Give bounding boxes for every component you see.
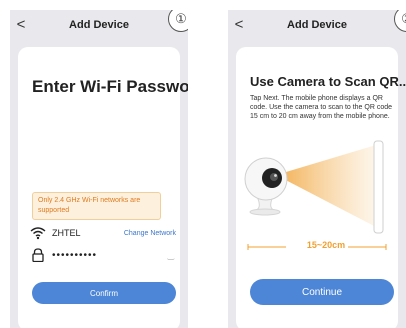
nav-title: Add Device bbox=[287, 19, 347, 31]
wifi-network-row: ZHTEL Change Network bbox=[30, 225, 180, 241]
scan-qr-screen: < Add Device ② Use Camera to Scan QR... … bbox=[228, 10, 406, 328]
frequency-warning: Only 2.4 GHz Wi-Fi networks are supporte… bbox=[32, 192, 161, 220]
change-network-link[interactable]: Change Network bbox=[124, 230, 176, 237]
password-field[interactable]: •••••••••• ‿ bbox=[30, 247, 180, 263]
content-card: Use Camera to Scan QR... Tap Next. The m… bbox=[236, 47, 406, 328]
wifi-password-screen: < Add Device ① Enter Wi-Fi Password Only… bbox=[10, 10, 188, 328]
content-card: Enter Wi-Fi Password Only 2.4 GHz Wi-Fi … bbox=[18, 47, 188, 328]
back-button[interactable]: < bbox=[232, 16, 246, 34]
back-button[interactable]: < bbox=[14, 16, 28, 34]
wifi-icon bbox=[30, 227, 46, 240]
password-value[interactable]: •••••••••• bbox=[52, 250, 97, 261]
nav-bar: < Add Device bbox=[10, 10, 188, 40]
instruction-text: Tap Next. The mobile phone displays a QR… bbox=[250, 95, 393, 120]
page-title: Use Camera to Scan QR... bbox=[250, 74, 406, 89]
nav-bar: < Add Device bbox=[228, 10, 406, 40]
mobile-phone-icon bbox=[373, 140, 384, 234]
scan-beam bbox=[276, 145, 376, 227]
wifi-ssid: ZHTEL bbox=[52, 228, 81, 238]
nav-title: Add Device bbox=[69, 19, 129, 31]
confirm-button[interactable]: Confirm bbox=[32, 282, 176, 304]
page-title: Enter Wi-Fi Password bbox=[32, 77, 188, 96]
distance-label: 15~20cm bbox=[306, 240, 346, 250]
password-visibility-icon[interactable]: ‿ bbox=[168, 251, 174, 260]
lock-icon bbox=[32, 248, 44, 262]
camera-scan-illustration bbox=[244, 140, 387, 250]
continue-button[interactable]: Continue bbox=[250, 279, 394, 305]
camera-icon bbox=[244, 157, 288, 216]
